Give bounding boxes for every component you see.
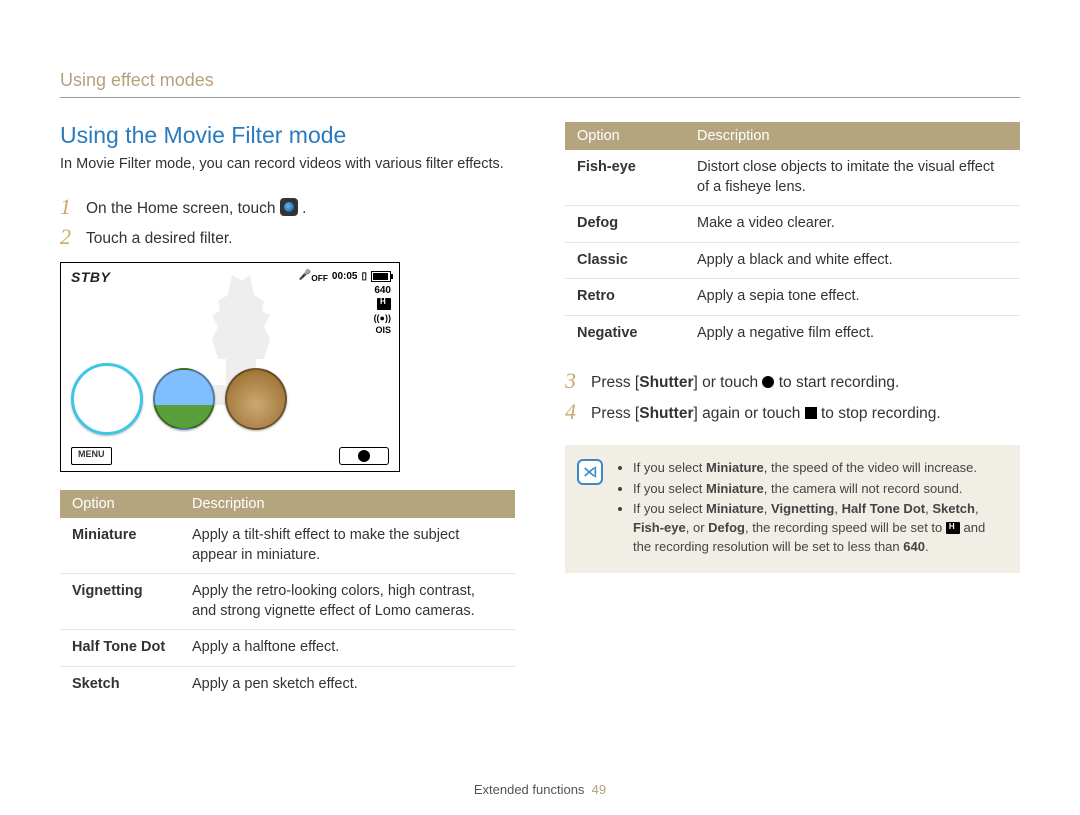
table-row: Negative Apply a negative film effect.	[565, 315, 1020, 351]
option-desc: Apply the retro-looking colors, high con…	[180, 574, 515, 630]
th-description: Description	[180, 490, 515, 518]
option-desc: Apply a black and white effect.	[685, 242, 1020, 279]
filter-thumb-selected[interactable]	[71, 363, 143, 435]
footer-section: Extended functions	[474, 782, 585, 797]
stby-label: STBY	[71, 269, 110, 285]
footer: Extended functions 49	[0, 782, 1080, 797]
th-option: Option	[60, 490, 180, 518]
step-number: 3	[565, 369, 581, 393]
option-name: Fish-eye	[565, 150, 685, 206]
note-item: If you select Miniature, Vignetting, Hal…	[633, 500, 1004, 557]
option-name: Miniature	[60, 518, 180, 574]
step-1: 1 On the Home screen, touch .	[60, 195, 515, 220]
step-3: 3 Press [Shutter] or touch to start reco…	[565, 369, 1020, 394]
shutter-label: Shutter	[639, 374, 693, 391]
note-box: If you select Miniature, the speed of th…	[565, 445, 1020, 573]
movie-filter-mode-icon	[280, 198, 298, 216]
step-number: 1	[60, 195, 76, 219]
record-button[interactable]	[339, 447, 389, 465]
recspeed-icon	[377, 298, 391, 310]
option-desc: Apply a negative film effect.	[685, 315, 1020, 351]
divider	[60, 97, 1020, 98]
step-2: 2 Touch a desired filter.	[60, 225, 515, 250]
table-row: Sketch Apply a pen sketch effect.	[60, 666, 515, 702]
table-row: Retro Apply a sepia tone effect.	[565, 279, 1020, 316]
step-1-text: On the Home screen, touch	[86, 200, 276, 217]
status-column: 🎤OFF 00:05 ▯ 640 ((●))OIS	[299, 269, 391, 337]
option-name: Retro	[565, 279, 685, 316]
note-item: If you select Miniature, the camera will…	[633, 480, 1004, 499]
option-desc: Make a video clearer.	[685, 206, 1020, 243]
stop-square-icon	[805, 407, 817, 419]
option-desc: Apply a sepia tone effect.	[685, 279, 1020, 316]
breadcrumb: Using effect modes	[60, 70, 1020, 91]
filter-thumb-2[interactable]	[153, 368, 215, 430]
table-row: Vignetting Apply the retro-looking color…	[60, 574, 515, 630]
option-name: Classic	[565, 242, 685, 279]
memory-icon: ▯	[361, 270, 367, 284]
table-row: Miniature Apply a tilt-shift effect to m…	[60, 518, 515, 574]
step-number: 4	[565, 400, 581, 424]
recspeed-icon	[946, 522, 960, 534]
option-name: Half Tone Dot	[60, 630, 180, 667]
option-desc: Apply a halftone effect.	[180, 630, 515, 667]
timer-value: 00:05	[332, 270, 358, 284]
step-number: 2	[60, 225, 76, 249]
step-2-text: Touch a desired filter.	[86, 225, 515, 250]
table-row: Half Tone Dot Apply a halftone effect.	[60, 630, 515, 667]
step-4-text: Press [	[591, 405, 639, 422]
th-description: Description	[685, 122, 1020, 150]
battery-icon	[371, 271, 391, 282]
resolution-value: 640	[299, 284, 391, 298]
option-desc: Apply a tilt-shift effect to make the su…	[180, 518, 515, 574]
step-3-text: Press [	[591, 374, 639, 391]
record-dot-icon	[762, 376, 774, 388]
option-name: Defog	[565, 206, 685, 243]
note-item: If you select Miniature, the speed of th…	[633, 459, 1004, 478]
table-row: Classic Apply a black and white effect.	[565, 242, 1020, 279]
mic-off-icon: 🎤OFF	[299, 269, 328, 284]
th-option: Option	[565, 122, 685, 150]
page-title: Using the Movie Filter mode	[60, 122, 515, 149]
camera-preview: STBY 🎤OFF 00:05 ▯ 640	[60, 262, 400, 472]
menu-button[interactable]: MENU	[71, 447, 112, 465]
shutter-label: Shutter	[639, 405, 693, 422]
option-name: Vignetting	[60, 574, 180, 630]
filter-thumbnails	[71, 363, 287, 435]
intro-text: In Movie Filter mode, you can record vid…	[60, 155, 515, 175]
options-table-left: Option Description Miniature Apply a til…	[60, 490, 515, 702]
option-name: Sketch	[60, 666, 180, 702]
table-row: Fish-eye Distort close objects to imitat…	[565, 150, 1020, 206]
right-column: Option Description Fish-eye Distort clos…	[565, 122, 1020, 702]
step-4: 4 Press [Shutter] again or touch to stop…	[565, 400, 1020, 425]
filter-thumb-3[interactable]	[225, 368, 287, 430]
ois-icon: ((●))OIS	[299, 312, 391, 336]
option-desc: Apply a pen sketch effect.	[180, 666, 515, 702]
record-dot-icon	[358, 450, 370, 462]
table-row: Defog Make a video clearer.	[565, 206, 1020, 243]
page: Using effect modes Using the Movie Filte…	[0, 0, 1080, 815]
note-icon	[577, 459, 603, 485]
option-desc: Distort close objects to imitate the vis…	[685, 150, 1020, 206]
page-number: 49	[592, 782, 606, 797]
left-column: Using the Movie Filter mode In Movie Fil…	[60, 122, 515, 702]
option-name: Negative	[565, 315, 685, 351]
options-table-right: Option Description Fish-eye Distort clos…	[565, 122, 1020, 351]
